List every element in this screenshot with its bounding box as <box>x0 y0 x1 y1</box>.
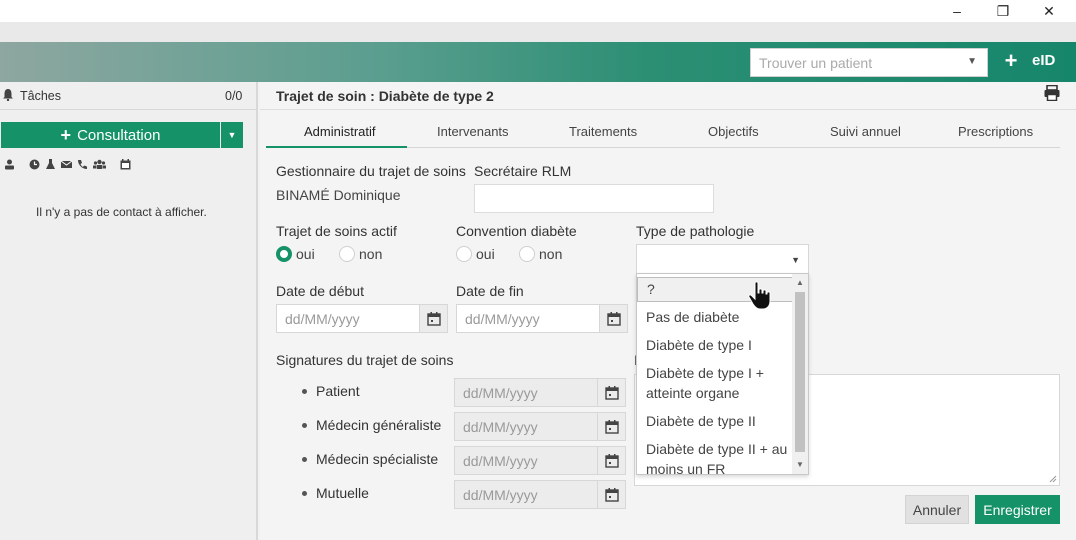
signature-specialist-date[interactable]: dd/MM/yyyy <box>454 446 626 475</box>
option-type-1-organ[interactable]: Diabète de type I + atteinte organe <box>637 363 793 403</box>
active-tab-indicator <box>266 146 407 148</box>
pathology-select[interactable]: ▼ <box>636 244 809 274</box>
restore-button[interactable]: ❐ <box>980 0 1026 22</box>
manager-value: BINAMÉ Dominique <box>276 187 401 203</box>
calendar-icon[interactable] <box>597 379 625 406</box>
dropdown-scrollbar[interactable]: ▲ ▼ <box>792 274 808 474</box>
calendar-icon[interactable] <box>120 158 131 170</box>
app-header: ▼ + eID <box>0 42 1076 82</box>
tab-administratif[interactable]: Administratif <box>304 124 376 139</box>
bullet <box>302 457 307 462</box>
active-no-label: non <box>359 246 383 262</box>
pathology-label: Type de pathologie <box>636 223 755 239</box>
scroll-up-icon[interactable]: ▲ <box>796 278 804 287</box>
pathology-options-list: ? Pas de diabète Diabète de type I Diabè… <box>636 273 809 475</box>
active-yes-radio[interactable] <box>276 246 292 262</box>
minimize-button[interactable]: – <box>934 0 980 22</box>
option-type-1[interactable]: Diabète de type I <box>637 335 793 355</box>
new-consultation-button[interactable]: + Consultation <box>1 122 220 148</box>
end-date-placeholder: dd/MM/yyyy <box>465 311 540 327</box>
scroll-thumb[interactable] <box>795 292 805 452</box>
scroll-down-icon[interactable]: ▼ <box>796 460 804 469</box>
rlm-input[interactable] <box>474 184 714 213</box>
signature-mutual-placeholder: dd/MM/yyyy <box>463 487 538 503</box>
eid-button[interactable]: eID <box>1032 52 1055 69</box>
tab-bar: Administratif Intervenants Traitements O… <box>266 120 1060 148</box>
signature-specialist-label: Médecin spécialiste <box>316 451 439 467</box>
save-button[interactable]: Enregistrer <box>975 495 1060 524</box>
tasks-label: Tâches <box>20 89 61 103</box>
patient-icon[interactable] <box>4 159 15 170</box>
bullet <box>302 389 307 394</box>
window-chrome-band <box>0 22 1076 42</box>
start-date-field[interactable]: dd/MM/yyyy <box>276 304 448 333</box>
tasks-count: 0/0 <box>225 89 243 103</box>
add-patient-button[interactable]: + <box>1000 49 1022 75</box>
calendar-icon[interactable] <box>419 305 447 332</box>
clock-icon[interactable] <box>29 159 40 170</box>
page-title: Trajet de soin : Diabète de type 2 <box>276 88 494 104</box>
patient-search-input[interactable] <box>751 49 951 76</box>
empty-contacts-message: Il n'y a pas de contact à afficher. <box>36 205 207 219</box>
signature-patient-label: Patient <box>316 383 360 399</box>
active-no-radio[interactable] <box>339 246 355 262</box>
hand-cursor-icon <box>748 281 771 310</box>
convention-yes-label: oui <box>476 246 495 262</box>
tab-intervenants[interactable]: Intervenants <box>437 124 509 139</box>
tasks-row[interactable]: Tâches 0/0 <box>0 82 256 110</box>
signature-gp-label: Médecin généraliste <box>316 417 442 433</box>
tab-prescriptions[interactable]: Prescriptions <box>958 124 1033 139</box>
phone-icon[interactable] <box>77 159 88 170</box>
active-label: Trajet de soins actif <box>276 223 397 239</box>
signature-patient-placeholder: dd/MM/yyyy <box>463 385 538 401</box>
cancel-button[interactable]: Annuler <box>905 495 969 524</box>
signature-gp-placeholder: dd/MM/yyyy <box>463 419 538 435</box>
mail-icon[interactable] <box>61 159 72 170</box>
divider <box>260 109 1076 110</box>
tab-traitements[interactable]: Traitements <box>569 124 637 139</box>
signature-mutual-label: Mutuelle <box>316 485 369 501</box>
signature-gp-date[interactable]: dd/MM/yyyy <box>454 412 626 441</box>
calendar-icon[interactable] <box>597 413 625 440</box>
consultation-dropdown-button[interactable]: ▼ <box>221 122 243 148</box>
bell-icon <box>3 89 13 101</box>
calendar-icon[interactable] <box>599 305 627 332</box>
option-type-2[interactable]: Diabète de type II <box>637 411 793 431</box>
consultation-label: Consultation <box>77 126 161 144</box>
chevron-down-icon: ▼ <box>791 255 800 265</box>
rlm-label: Secrétaire RLM <box>474 163 572 179</box>
signature-specialist-placeholder: dd/MM/yyyy <box>463 453 538 469</box>
contact-filter-icons <box>4 156 131 172</box>
end-date-label: Date de fin <box>456 283 524 299</box>
active-yes-label: oui <box>296 246 315 262</box>
patient-search[interactable]: ▼ <box>750 48 988 77</box>
option-type-2-fr[interactable]: Diabète de type II + au moins un FR <box>637 439 793 474</box>
start-date-label: Date de début <box>276 283 364 299</box>
bullet <box>302 491 307 496</box>
print-icon[interactable] <box>1044 85 1060 101</box>
start-date-placeholder: dd/MM/yyyy <box>285 311 360 327</box>
convention-label: Convention diabète <box>456 223 577 239</box>
convention-yes-radio[interactable] <box>456 246 472 262</box>
tab-objectifs[interactable]: Objectifs <box>708 124 759 139</box>
close-button[interactable]: ✕ <box>1026 0 1072 22</box>
end-date-field[interactable]: dd/MM/yyyy <box>456 304 628 333</box>
resize-handle-icon[interactable] <box>1049 475 1057 483</box>
window-title-bar: – ❐ ✕ <box>0 0 1076 22</box>
calendar-icon[interactable] <box>597 447 625 474</box>
chevron-down-icon[interactable]: ▼ <box>967 56 977 67</box>
convention-no-label: non <box>539 246 563 262</box>
calendar-icon[interactable] <box>597 481 625 508</box>
manager-label: Gestionnaire du trajet de soins <box>276 163 466 179</box>
bullet <box>302 423 307 428</box>
group-icon[interactable] <box>93 159 106 170</box>
flask-icon[interactable] <box>45 158 56 170</box>
signature-mutual-date[interactable]: dd/MM/yyyy <box>454 480 626 509</box>
signatures-label: Signatures du trajet de soins <box>276 352 454 368</box>
convention-no-radio[interactable] <box>519 246 535 262</box>
left-sidebar: Tâches 0/0 + Consultation ▼ Il n'y a pas… <box>0 82 258 540</box>
tab-suivi-annuel[interactable]: Suivi annuel <box>830 124 901 139</box>
plus-icon: + <box>60 124 72 145</box>
signature-patient-date[interactable]: dd/MM/yyyy <box>454 378 626 407</box>
